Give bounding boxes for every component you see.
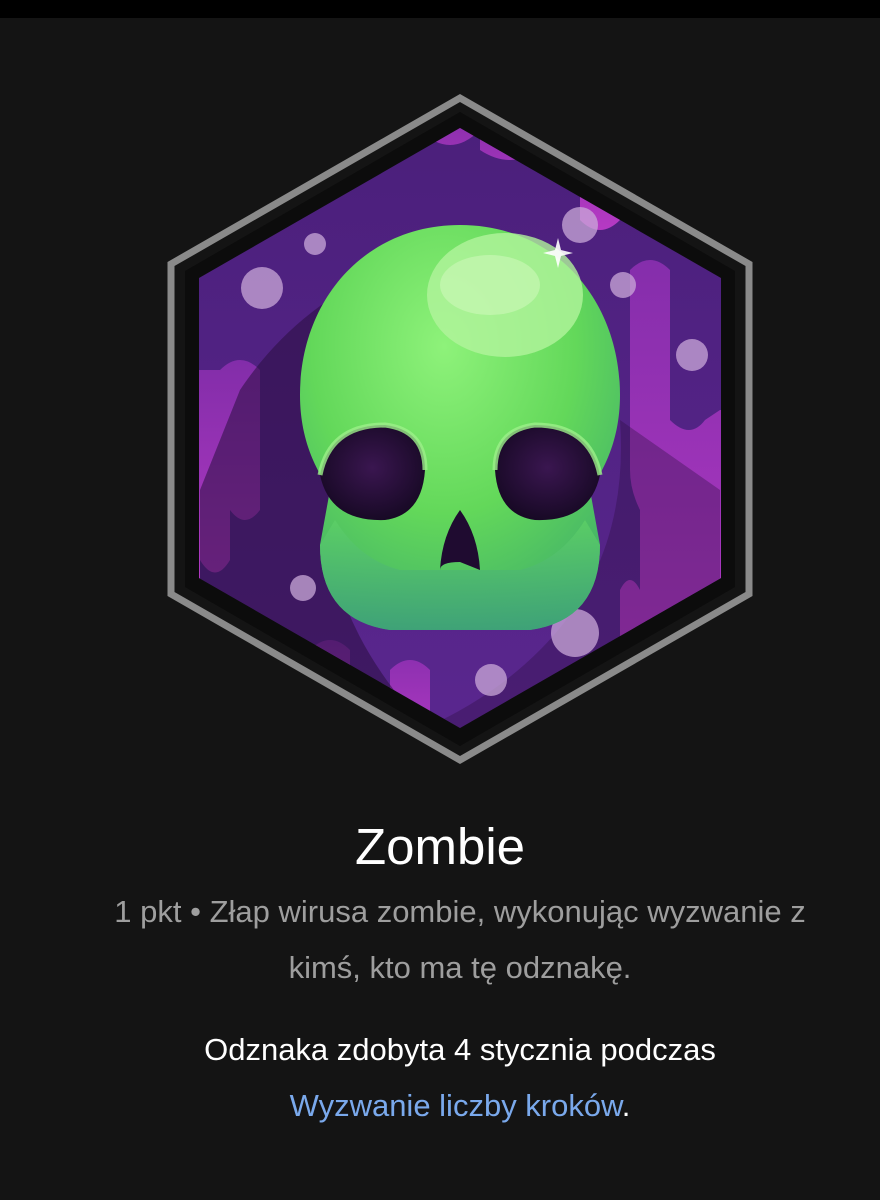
badge-image [160, 90, 760, 780]
challenge-link[interactable]: Wyzwanie liczby kroków [290, 1088, 622, 1123]
status-bar-strip [0, 0, 880, 18]
skull-icon [300, 225, 620, 630]
badge-title: Zombie [354, 818, 526, 875]
earned-prefix-text: Odznaka zdobyta 4 stycznia podczas [204, 1032, 716, 1067]
earned-suffix-text: . [621, 1088, 631, 1123]
badge-description: 1 pkt • Złap wirusa zombie, wykonując wy… [114, 894, 806, 985]
badge-earned-info: Odznaka zdobyta 4 stycznia podczas Wyzwa… [100, 1022, 820, 1134]
